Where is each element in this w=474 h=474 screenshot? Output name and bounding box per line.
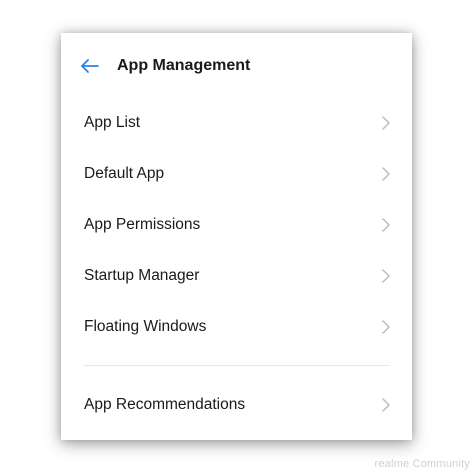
- menu-item-floating-windows[interactable]: Floating Windows: [61, 302, 412, 352]
- arrow-left-icon: [81, 59, 99, 73]
- chevron-right-icon: [382, 116, 390, 130]
- menu-item-label: App List: [84, 114, 141, 131]
- chevron-right-icon: [382, 167, 390, 181]
- back-button[interactable]: [79, 55, 101, 77]
- chevron-right-icon: [382, 269, 390, 283]
- menu-item-label: Floating Windows: [84, 318, 207, 335]
- menu-item-label: App Recommendations: [84, 396, 246, 413]
- menu-item-app-permissions[interactable]: App Permissions: [61, 200, 412, 250]
- page-title: App Management: [117, 57, 251, 74]
- header-bar: App Management: [61, 33, 412, 99]
- menu-item-label: App Permissions: [84, 216, 201, 233]
- app-management-screen: App Management App List Default App App …: [61, 33, 412, 440]
- menu-item-startup-manager[interactable]: Startup Manager: [61, 251, 412, 301]
- menu-item-app-list[interactable]: App List: [61, 98, 412, 148]
- section-divider: [84, 365, 390, 366]
- menu-item-label: Startup Manager: [84, 267, 200, 284]
- chevron-right-icon: [382, 398, 390, 412]
- watermark-text: realme Community: [374, 458, 470, 470]
- menu-item-label: Default App: [84, 165, 165, 182]
- chevron-right-icon: [382, 218, 390, 232]
- menu-item-default-app[interactable]: Default App: [61, 149, 412, 199]
- menu-item-app-recommendations[interactable]: App Recommendations: [61, 380, 412, 430]
- chevron-right-icon: [382, 320, 390, 334]
